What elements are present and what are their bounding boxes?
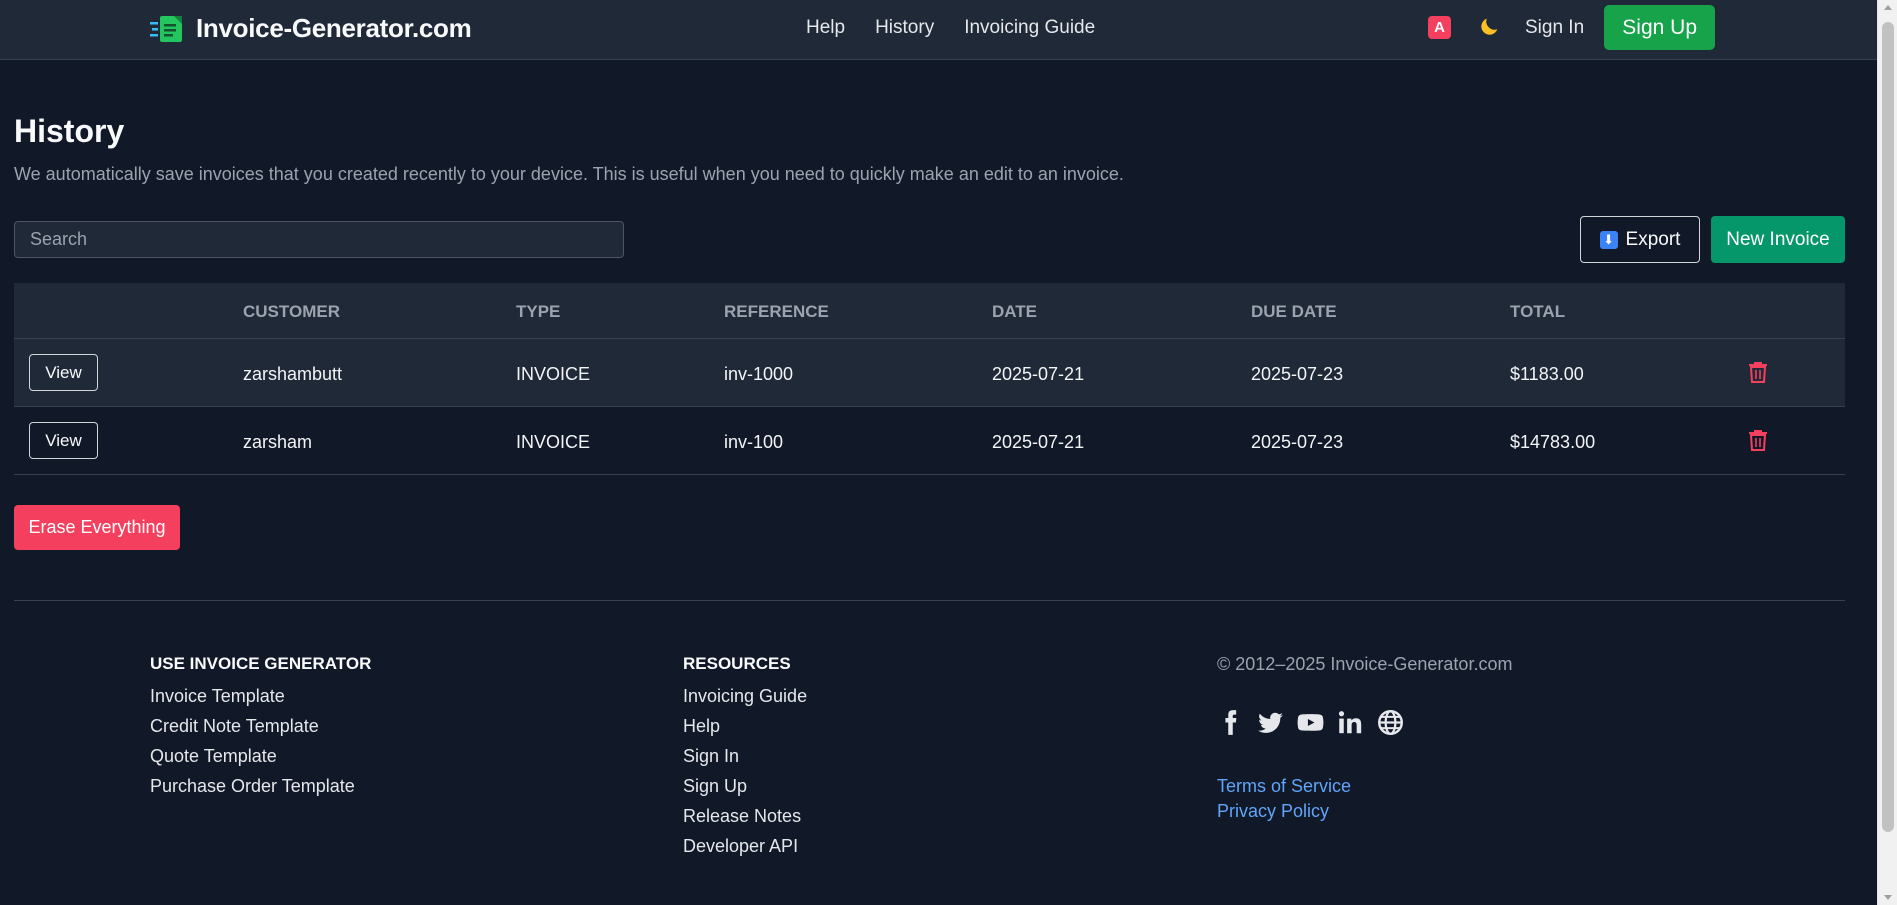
total-cell: $1183.00 xyxy=(1510,364,1584,384)
footer-link-purchase-order-template[interactable]: Purchase Order Template xyxy=(150,775,371,797)
page-scrollbar[interactable] xyxy=(1877,0,1897,905)
scroll-up-icon[interactable] xyxy=(1884,5,1892,10)
terms-of-service-link[interactable]: Terms of Service xyxy=(1217,774,1351,799)
new-invoice-button[interactable]: New Invoice xyxy=(1711,216,1845,263)
copyright-text: © 2012–2025 Invoice-Generator.com xyxy=(1217,654,1513,674)
date-cell: 2025-07-21 xyxy=(992,432,1085,452)
twitter-icon[interactable] xyxy=(1257,709,1284,736)
footer-link-release-notes[interactable]: Release Notes xyxy=(683,805,807,827)
dark-mode-toggle[interactable] xyxy=(1479,15,1501,41)
page-description: We automatically save invoices that you … xyxy=(14,164,1124,184)
facebook-icon[interactable] xyxy=(1217,709,1244,736)
table-row: View zarsham INVOICE inv-100 2025-07-21 … xyxy=(14,407,1845,475)
reference-cell: inv-1000 xyxy=(724,364,794,384)
search-input[interactable] xyxy=(14,221,624,258)
column-header-reference: REFERENCE xyxy=(724,302,829,321)
customer-cell: zarsham xyxy=(243,432,313,452)
view-button[interactable]: View xyxy=(29,354,98,391)
customer-cell: zarshambutt xyxy=(243,364,343,384)
brand-link[interactable]: Invoice-Generator.com xyxy=(150,12,472,44)
sign-in-link[interactable]: Sign In xyxy=(1525,17,1584,39)
scroll-thumb[interactable] xyxy=(1882,22,1894,832)
footer-link-invoice-template[interactable]: Invoice Template xyxy=(150,685,371,707)
footer-link-quote-template[interactable]: Quote Template xyxy=(150,745,371,767)
export-label: Export xyxy=(1625,228,1681,250)
footer-column-resources: RESOURCES Invoicing Guide Help Sign In S… xyxy=(683,654,807,865)
trash-icon[interactable] xyxy=(1748,360,1768,384)
footer-link-help[interactable]: Help xyxy=(683,715,807,737)
nav-history[interactable]: History xyxy=(875,17,934,39)
type-cell: INVOICE xyxy=(516,432,591,452)
erase-everything-button[interactable]: Erase Everything xyxy=(14,505,180,550)
reference-cell: inv-100 xyxy=(724,432,784,452)
due-date-cell: 2025-07-23 xyxy=(1251,432,1344,452)
column-header-customer: CUSTOMER xyxy=(243,302,340,321)
privacy-policy-link[interactable]: Privacy Policy xyxy=(1217,799,1351,824)
table-header: CUSTOMER TYPE REFERENCE DATE DUE DATE TO… xyxy=(14,283,1845,339)
main-nav: Help History Invoicing Guide xyxy=(806,17,1095,39)
download-icon xyxy=(1599,230,1618,249)
export-button[interactable]: Export xyxy=(1580,216,1700,263)
sign-up-button[interactable]: Sign Up xyxy=(1604,5,1716,50)
footer-link-credit-note-template[interactable]: Credit Note Template xyxy=(150,715,371,737)
footer-column-use: USE INVOICE GENERATOR Invoice Template C… xyxy=(150,654,371,805)
column-header-due-date: DUE DATE xyxy=(1251,302,1337,321)
due-date-cell: 2025-07-23 xyxy=(1251,364,1344,384)
scroll-down-icon[interactable] xyxy=(1884,895,1892,900)
social-links xyxy=(1217,709,1404,736)
table-row: View zarshambutt INVOICE inv-1000 2025-0… xyxy=(14,339,1845,407)
footer-divider xyxy=(14,600,1845,601)
logo-icon xyxy=(150,16,182,42)
nav-help[interactable]: Help xyxy=(806,17,845,39)
language-icon[interactable]: A xyxy=(1428,16,1451,39)
footer-link-invoicing-guide[interactable]: Invoicing Guide xyxy=(683,685,807,707)
footer-link-developer-api[interactable]: Developer API xyxy=(683,835,807,857)
footer-heading-use: USE INVOICE GENERATOR xyxy=(150,654,372,673)
account-nav: A Sign In Sign Up xyxy=(1428,5,1716,50)
total-cell: $14783.00 xyxy=(1510,432,1596,452)
view-button[interactable]: View xyxy=(29,422,98,459)
column-header-total: TOTAL xyxy=(1510,302,1566,321)
column-header-date: DATE xyxy=(992,302,1038,321)
moon-icon xyxy=(1481,18,1498,35)
footer-link-sign-up[interactable]: Sign Up xyxy=(683,775,807,797)
page: Invoice-Generator.com Help History Invoi… xyxy=(0,0,1877,905)
legal-links: Terms of Service Privacy Policy xyxy=(1217,774,1351,824)
footer-link-sign-in[interactable]: Sign In xyxy=(683,745,807,767)
globe-icon[interactable] xyxy=(1377,709,1404,736)
invoice-history-table: CUSTOMER TYPE REFERENCE DATE DUE DATE TO… xyxy=(14,283,1845,475)
nav-invoicing-guide[interactable]: Invoicing Guide xyxy=(964,17,1095,39)
date-cell: 2025-07-21 xyxy=(992,364,1085,384)
page-title: History xyxy=(14,113,125,149)
footer-heading-resources: RESOURCES xyxy=(683,654,791,673)
type-cell: INVOICE xyxy=(516,364,591,384)
trash-icon[interactable] xyxy=(1748,428,1768,452)
column-header-type: TYPE xyxy=(516,302,561,321)
brand-name: Invoice-Generator.com xyxy=(196,12,472,43)
youtube-icon[interactable] xyxy=(1297,709,1324,736)
linkedin-icon[interactable] xyxy=(1337,709,1364,736)
top-navbar: Invoice-Generator.com Help History Invoi… xyxy=(0,0,1877,60)
